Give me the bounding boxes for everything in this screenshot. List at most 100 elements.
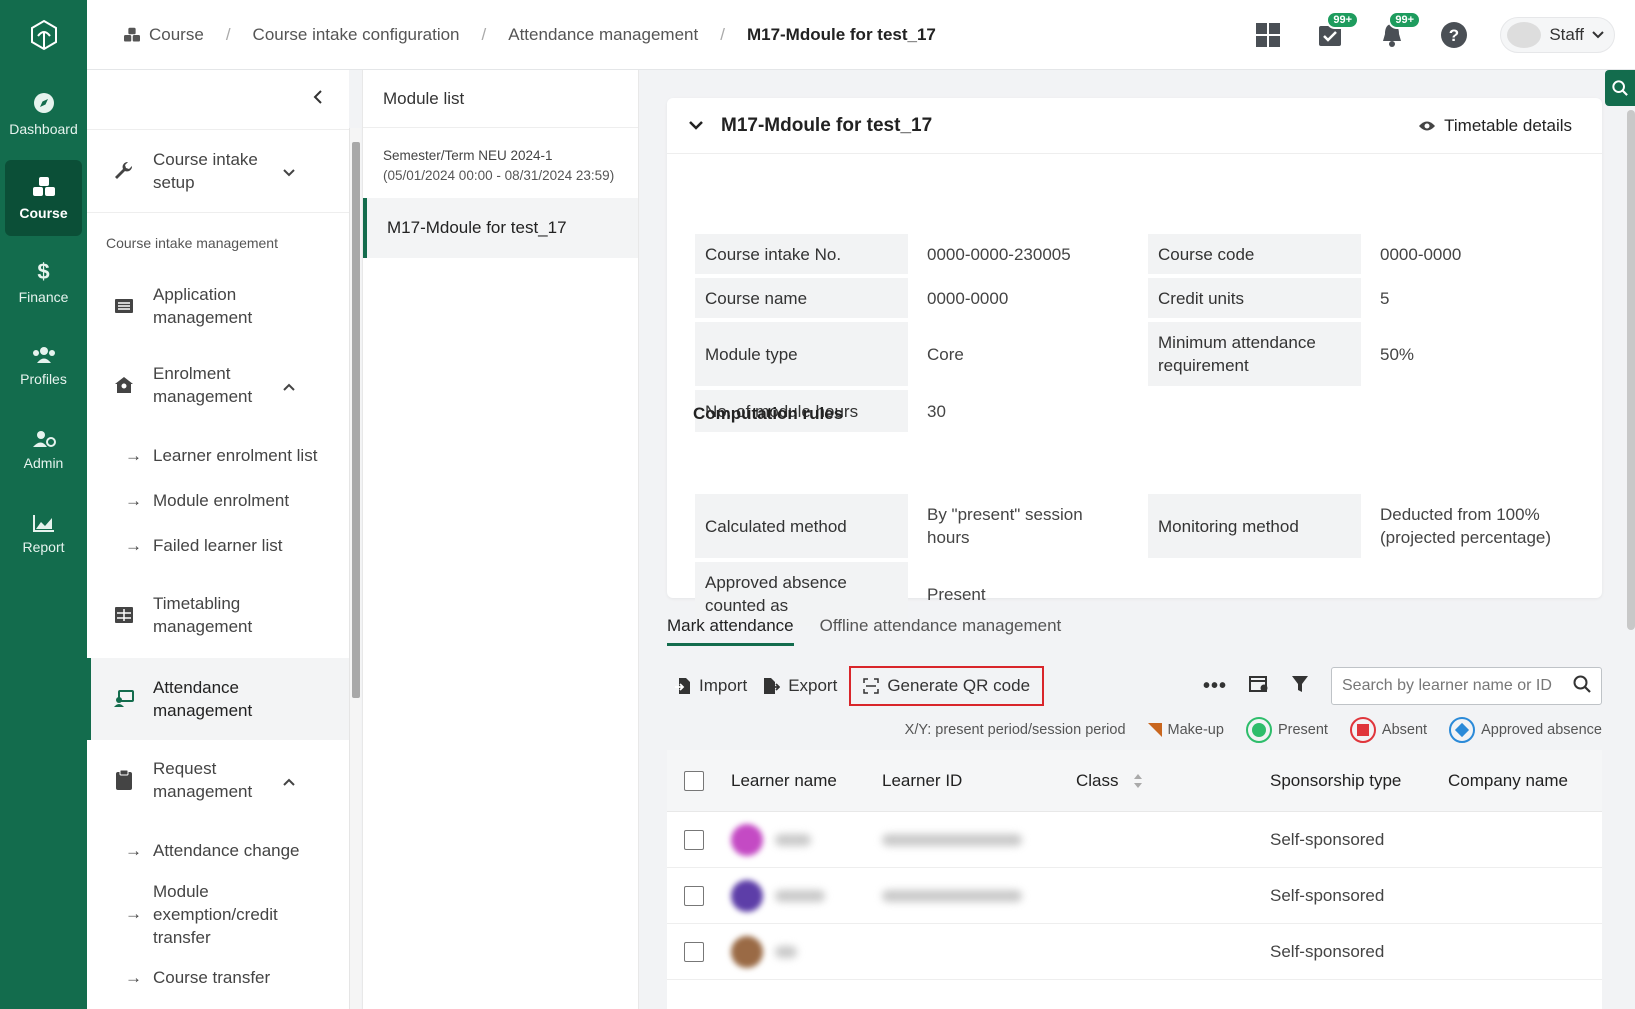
export-label: Export bbox=[788, 676, 838, 695]
select-all-checkbox[interactable] bbox=[684, 770, 704, 791]
table-row[interactable]: Self-sponsored bbox=[667, 924, 1602, 980]
breadcrumb-course[interactable]: Course bbox=[123, 25, 204, 45]
rail-dashboard[interactable]: Dashboard bbox=[5, 76, 82, 152]
col-sponsorship[interactable]: Sponsorship type bbox=[1270, 771, 1401, 791]
sponsorship-cell: Self-sponsored bbox=[1270, 941, 1385, 961]
field-value: 0000-0000-230005 bbox=[927, 244, 1071, 264]
avatar bbox=[731, 823, 763, 856]
menu-course-transfer[interactable]: → Course transfer bbox=[87, 955, 349, 1000]
learner-id-redacted bbox=[882, 833, 1022, 846]
absent-square-icon bbox=[1349, 717, 1376, 743]
avatar bbox=[731, 879, 763, 912]
table-row[interactable]: Self-sponsored bbox=[667, 868, 1602, 924]
tasks-button[interactable]: 99+ bbox=[1314, 11, 1360, 51]
rail-report[interactable]: Report bbox=[5, 496, 82, 572]
field-label: Credit units bbox=[1148, 278, 1361, 318]
main-content: M17-Mdoule for test_17 Timetable details… bbox=[640, 70, 1635, 1009]
arrow-right-icon: → bbox=[125, 840, 142, 860]
generate-qr-label: Generate QR code bbox=[887, 676, 1031, 695]
semester-name: Semester/Term NEU 2024-1 bbox=[383, 148, 553, 163]
breadcrumb-attendance[interactable]: Attendance management bbox=[508, 25, 698, 45]
row-checkbox[interactable] bbox=[684, 829, 704, 850]
col-class[interactable]: Class bbox=[1076, 771, 1143, 791]
menu-attendance-management[interactable]: Attendance management bbox=[87, 658, 349, 740]
table-row[interactable]: Self-sponsored bbox=[667, 812, 1602, 868]
module-title: M17-Mdoule for test_17 bbox=[721, 114, 933, 136]
field-value: 0000-0000 bbox=[927, 288, 1009, 308]
menu-attendance-change[interactable]: → Attendance change bbox=[87, 828, 349, 873]
menu-timetabling-management[interactable]: Timetabling management bbox=[87, 572, 349, 658]
attendance-toolbar: Import Export Generate QR code ••• bbox=[667, 664, 1602, 708]
arrow-right-icon: → bbox=[125, 535, 142, 555]
app-logo[interactable] bbox=[0, 0, 87, 70]
menu-enrolment-management[interactable]: Enrolment management bbox=[87, 345, 349, 425]
import-icon bbox=[675, 678, 690, 694]
breadcrumb-intake-config[interactable]: Course intake configuration bbox=[253, 25, 460, 45]
export-button[interactable]: Export bbox=[755, 666, 845, 706]
menu-application-management[interactable]: Application management bbox=[87, 267, 349, 345]
field-label: Course intake No. bbox=[695, 234, 908, 274]
attendance-legend: X/Y: present period/session period Make-… bbox=[905, 717, 1602, 743]
collapse-menu-icon[interactable] bbox=[313, 90, 323, 109]
rail-profiles[interactable]: Profiles bbox=[5, 328, 82, 404]
sponsorship-cell: Self-sponsored bbox=[1270, 829, 1385, 849]
more-options-icon[interactable]: ••• bbox=[1203, 675, 1227, 698]
menu-module-exemption[interactable]: → Module exemption/credit transfer bbox=[87, 873, 349, 955]
learner-name-redacted bbox=[775, 889, 825, 902]
menu-label: Course transfer bbox=[153, 967, 271, 987]
menu-label: Enrolment management bbox=[153, 364, 253, 406]
col-learner-id[interactable]: Learner ID bbox=[882, 771, 962, 791]
floating-search-button[interactable] bbox=[1605, 70, 1635, 106]
menu-course-intake-setup[interactable]: Course intake setup bbox=[87, 130, 349, 212]
module-item-selected[interactable]: M17-Mdoule for test_17 bbox=[363, 198, 638, 258]
legend-makeup: Make-up bbox=[1147, 722, 1224, 738]
scrollbar-thumb[interactable] bbox=[352, 142, 360, 698]
tab-mark-attendance[interactable]: Mark attendance bbox=[667, 616, 794, 646]
menu-label: Module enrolment bbox=[153, 490, 290, 510]
side-menu-scrollbar[interactable] bbox=[349, 128, 361, 1009]
menu-failed-learner-list[interactable]: → Failed learner list bbox=[87, 523, 349, 568]
field-value: 0000-0000 bbox=[1380, 244, 1462, 264]
arrow-right-icon: → bbox=[125, 967, 142, 987]
present-circle-icon bbox=[1245, 717, 1272, 743]
table-header: Learner name Learner ID Class Sponsorshi… bbox=[667, 750, 1602, 812]
field-value: 5 bbox=[1380, 288, 1390, 308]
legend-approved-label: Approved absence bbox=[1481, 722, 1602, 738]
page-scrollbar-thumb[interactable] bbox=[1627, 110, 1635, 630]
col-learner-name[interactable]: Learner name bbox=[731, 771, 837, 791]
row-checkbox[interactable] bbox=[684, 941, 704, 962]
row-checkbox[interactable] bbox=[684, 885, 704, 906]
tab-offline-attendance[interactable]: Offline attendance management bbox=[820, 616, 1062, 646]
generate-qr-code-button[interactable]: Generate QR code bbox=[849, 666, 1045, 706]
breadcrumb-separator: / bbox=[225, 24, 231, 44]
rail-admin[interactable]: Admin bbox=[5, 412, 82, 488]
menu-request-management[interactable]: Request management bbox=[87, 740, 349, 820]
chart-icon bbox=[32, 514, 55, 535]
apps-grid-icon[interactable] bbox=[1252, 19, 1284, 51]
sort-icon bbox=[1133, 773, 1142, 788]
col-company-name[interactable]: Company name bbox=[1448, 771, 1568, 791]
notifications-button[interactable]: 99+ bbox=[1376, 11, 1422, 51]
filter-icon[interactable] bbox=[1291, 675, 1309, 698]
user-name: Staff bbox=[1549, 25, 1584, 44]
import-button[interactable]: Import bbox=[667, 666, 755, 706]
collapse-card-icon[interactable] bbox=[689, 117, 703, 135]
import-label: Import bbox=[699, 676, 748, 695]
compass-icon bbox=[33, 92, 55, 117]
user-menu[interactable]: Staff bbox=[1500, 17, 1615, 53]
chevron-up-icon bbox=[283, 769, 295, 792]
search-icon[interactable] bbox=[1573, 675, 1591, 698]
menu-module-enrolment[interactable]: → Module enrolment bbox=[87, 478, 349, 523]
search-input[interactable] bbox=[1342, 677, 1573, 695]
column-settings-icon[interactable] bbox=[1249, 675, 1269, 698]
timetable-details-link[interactable]: Timetable details bbox=[1418, 116, 1572, 136]
qr-scan-icon bbox=[863, 678, 880, 694]
breadcrumb-course-label: Course bbox=[149, 24, 204, 44]
rail-course[interactable]: Course bbox=[5, 160, 82, 236]
field-value: By "present" session hours bbox=[927, 505, 1083, 547]
top-header: Course / Course intake configuration / A… bbox=[87, 0, 1635, 70]
menu-learner-enrolment-list[interactable]: → Learner enrolment list bbox=[87, 433, 349, 478]
rail-dashboard-label: Dashboard bbox=[9, 120, 78, 137]
rail-finance[interactable]: $ Finance bbox=[5, 244, 82, 320]
help-icon[interactable]: ? bbox=[1438, 19, 1470, 51]
